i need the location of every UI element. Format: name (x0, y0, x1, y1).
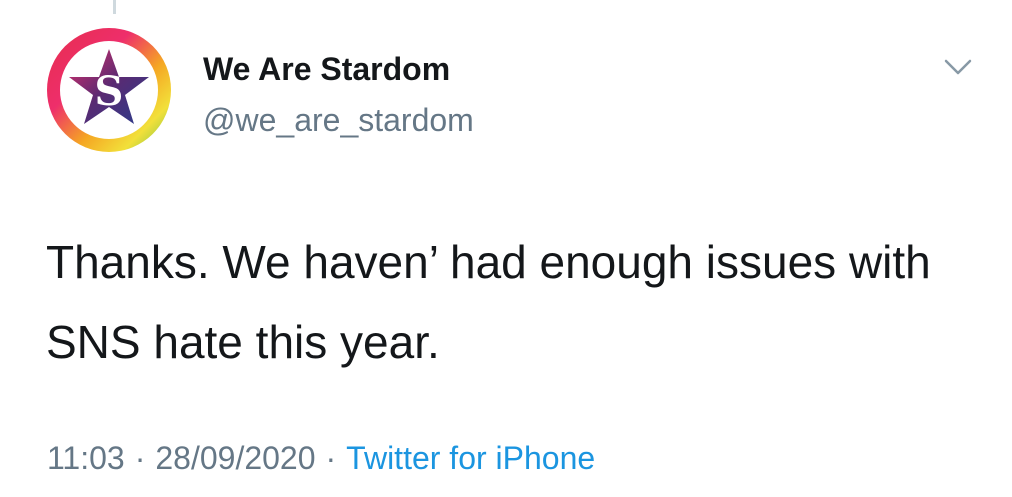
stardom-logo-icon: S (47, 28, 171, 152)
meta-separator: · (134, 440, 146, 476)
tweet-time[interactable]: 11:03 (47, 440, 125, 476)
tweet-date[interactable]: 28/09/2020 (155, 440, 315, 476)
tweet-meta: 11:03 · 28/09/2020 · Twitter for iPhone (47, 436, 595, 480)
svg-text:S: S (95, 68, 124, 115)
tweet-source-link[interactable]: Twitter for iPhone (346, 440, 595, 476)
user-handle[interactable]: @we_are_stardom (203, 100, 474, 140)
thread-connector-line (113, 0, 116, 14)
more-options-button[interactable] (938, 50, 978, 84)
chevron-down-icon (944, 59, 972, 75)
display-name[interactable]: We Are Stardom (203, 49, 450, 89)
tweet-text: Thanks. We haven’ had enough issues with… (46, 236, 931, 368)
avatar[interactable]: S (44, 25, 174, 155)
meta-separator: · (325, 440, 337, 476)
